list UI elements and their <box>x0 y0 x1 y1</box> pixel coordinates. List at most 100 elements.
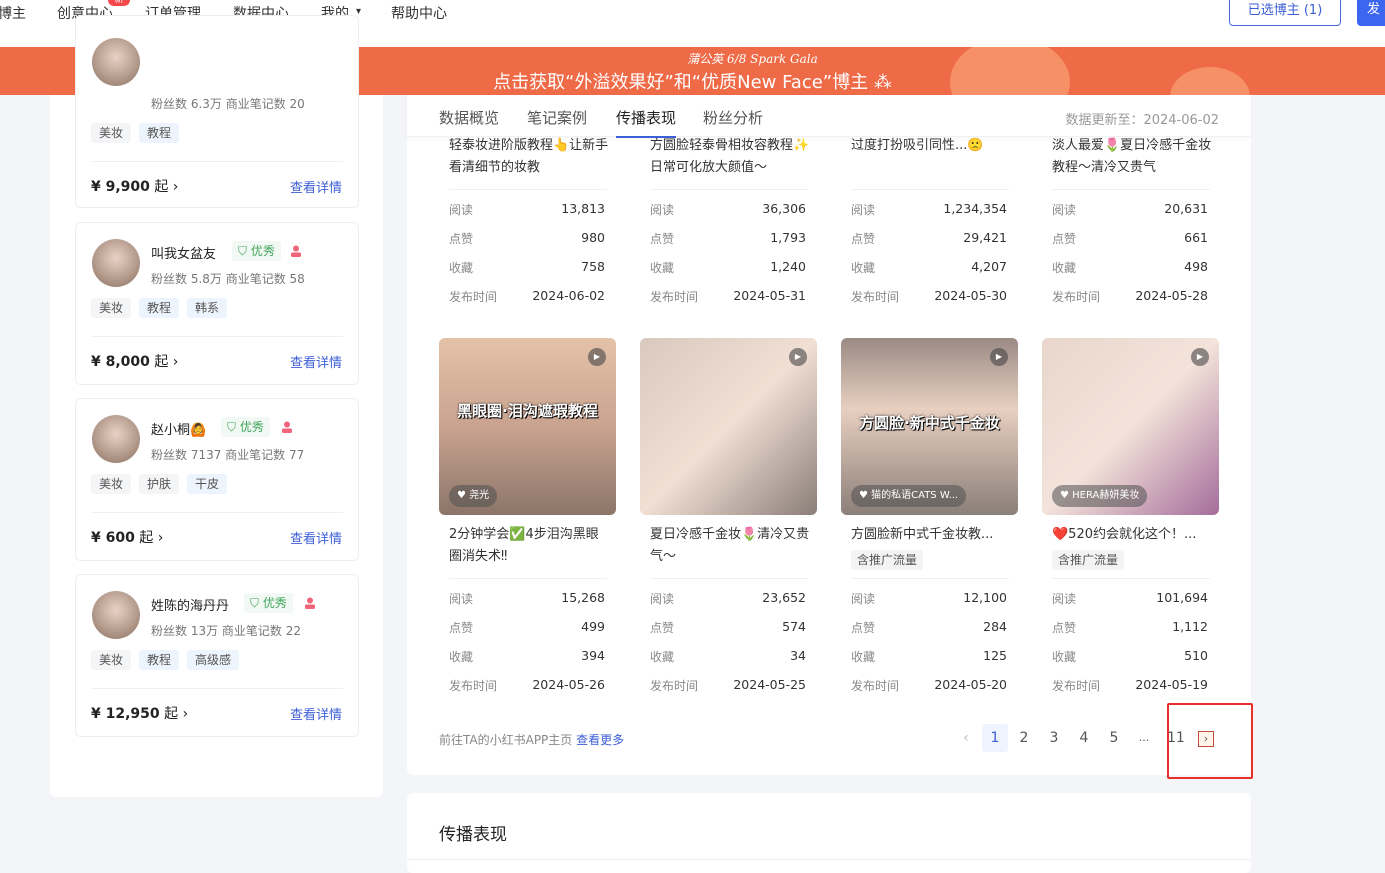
stat-label: 点赞 <box>1052 621 1077 635</box>
stat-label: 收藏 <box>449 650 474 664</box>
detail-tabs: 数据概览 笔记案例 传播表现 粉丝分析 数据更新至：2024-06-02 <box>407 95 1251 138</box>
stat-label: 发布时间 <box>650 679 699 693</box>
avatar <box>92 415 140 463</box>
note-title[interactable]: 夏日冷感千金妆🌷清冷又贵气～ <box>650 524 810 568</box>
person-icon <box>305 597 315 609</box>
divider <box>650 189 808 190</box>
price[interactable]: ¥ 600 起 › <box>91 527 163 547</box>
tab-spread-performance[interactable]: 传播表现 <box>616 107 677 138</box>
note-cover-image[interactable]: ▶ <box>640 338 817 515</box>
note-card[interactable]: ▶ 夏日冷感千金妆🌷清冷又贵气～ 阅读 23,652 点赞 574 收藏 34 发布时间 2024… <box>640 338 817 698</box>
nav-help[interactable]: 帮助中心 <box>391 3 447 23</box>
play-icon[interactable]: ▶ <box>990 348 1008 366</box>
note-title[interactable]: 淡人最爱🌷夏日冷感千金妆教程～清冷又贵气 <box>1052 135 1212 179</box>
note-stat-row: 点赞 29,421 <box>851 230 1007 247</box>
page-2[interactable]: 2 <box>1017 724 1031 752</box>
nav-bloggers[interactable]: 博主 <box>0 3 26 23</box>
stat-label: 收藏 <box>851 650 876 664</box>
blogger-name[interactable]: 赵小桐🙆 <box>151 419 206 438</box>
note-stat-row: 发布时间 2024-05-28 <box>1052 288 1208 305</box>
stat-value: 510 <box>1184 648 1208 663</box>
data-updated-date: 数据更新至：2024-06-02 <box>1065 113 1219 128</box>
publish-button[interactable]: 发 <box>1357 0 1385 26</box>
avatar <box>92 591 140 639</box>
app-homepage-hint: 前往TA的小红书APP主页 查看更多 <box>439 733 625 747</box>
stat-value: 13,813 <box>561 201 605 216</box>
blogger-stats: 粉丝数 5.8万 商业笔记数 58 <box>151 272 305 286</box>
stat-value: 1,240 <box>770 259 806 274</box>
divider <box>1052 189 1210 190</box>
page-4[interactable]: 4 <box>1077 724 1091 752</box>
heart-icon: ♥ <box>859 490 868 501</box>
blogger-card[interactable]: 姓陈的海丹丹 ⛉ 优秀 粉丝数 13万 商业笔记数 22 美妆 教程 高级感 ¥ 1… <box>75 574 359 737</box>
stat-value: 2024-06-02 <box>532 288 605 303</box>
page-3[interactable]: 3 <box>1047 724 1061 752</box>
stat-label: 收藏 <box>650 261 675 275</box>
stat-value: 36,306 <box>762 201 806 216</box>
note-card[interactable]: ▶ ♥ HERA赫妍美妆 ❤️520约会就化这个！... 含推广流量 阅读 101,694… <box>1042 338 1219 698</box>
note-title[interactable]: ❤️520约会就化这个！... <box>1052 524 1212 546</box>
blogger-card[interactable]: 叫我女盆友 ⛉ 优秀 粉丝数 5.8万 商业笔记数 58 美妆 教程 韩系 ¥ 8,… <box>75 222 359 385</box>
note-card[interactable]: ▶ 方圆脸·新中式千金妆 ♥ 猫的私语CATS W... 方圆脸新中式千金妆教... 含… <box>841 338 1018 698</box>
note-title[interactable]: 过度打扮吸引同性...🙁 <box>851 135 1011 179</box>
note-stat-row: 发布时间 2024-05-25 <box>650 677 806 694</box>
view-details-link[interactable]: 查看详情 <box>290 177 342 196</box>
stat-label: 阅读 <box>449 203 474 217</box>
note-cover-image[interactable]: ▶ 黑眼圈·泪沟遮瑕教程 ♥ 尧光 <box>439 338 616 515</box>
blogger-card[interactable]: 赵小桐🙆 ⛉ 优秀 粉丝数 7137 商业笔记数 77 美妆 护肤 干皮 ¥ 600… <box>75 398 359 561</box>
note-title[interactable]: 轻泰妆进阶版教程👆让新手看清细节的妆教 <box>449 135 609 179</box>
stat-label: 发布时间 <box>851 290 900 304</box>
view-more-link[interactable]: 查看更多 <box>576 733 624 747</box>
stat-value: 499 <box>581 619 605 634</box>
price[interactable]: ¥ 8,000 起 › <box>91 351 178 371</box>
blogger-card[interactable]: 粉丝数 6.3万 商业笔记数 20 美妆 教程 ¥ 9,900 起 › 查看详情 <box>75 15 359 208</box>
new-badge: 新 <box>108 0 130 6</box>
note-card[interactable]: ▶ 黑眼圈·泪沟遮瑕教程 ♥ 尧光 2分钟学会✅4步泪沟黑眼圈消失术‼ 阅读 15,268… <box>439 338 616 698</box>
view-details-link[interactable]: 查看详情 <box>290 352 342 371</box>
blogger-stats: 粉丝数 13万 商业笔记数 22 <box>151 624 301 638</box>
stat-value: 23,652 <box>762 590 806 605</box>
page-5[interactable]: 5 <box>1107 724 1121 752</box>
person-icon <box>291 245 301 257</box>
note-title[interactable]: 2分钟学会✅4步泪沟黑眼圈消失术‼ <box>449 524 609 568</box>
price[interactable]: ¥ 9,900 起 › <box>91 176 178 196</box>
heart-icon: ♥ <box>457 490 466 501</box>
note-cover-image[interactable]: ▶ 方圆脸·新中式千金妆 ♥ 猫的私语CATS W... <box>841 338 1018 515</box>
divider <box>449 189 607 190</box>
spread-performance-section: 传播表现 <box>407 793 1251 873</box>
prev-page-button[interactable]: ‹ <box>960 724 972 752</box>
stat-label: 点赞 <box>851 621 876 635</box>
play-icon[interactable]: ▶ <box>789 348 807 366</box>
blogger-name[interactable]: 姓陈的海丹丹 <box>151 595 229 614</box>
stat-value: 1,112 <box>1172 619 1208 634</box>
blogger-stats: 粉丝数 7137 商业笔记数 77 <box>151 448 305 462</box>
note-stat-row: 点赞 499 <box>449 619 605 636</box>
divider <box>91 688 343 689</box>
view-details-link[interactable]: 查看详情 <box>290 704 342 723</box>
blogger-list-panel: 粉丝数 6.3万 商业笔记数 20 美妆 教程 ¥ 9,900 起 › 查看详情 … <box>50 15 383 797</box>
note-stat-row: 收藏 125 <box>851 648 1007 665</box>
tab-fan-analysis[interactable]: 粉丝分析 <box>703 107 763 128</box>
note-cover-image[interactable]: ▶ ♥ HERA赫妍美妆 <box>1042 338 1219 515</box>
page-ellipsis[interactable]: ... <box>1136 724 1152 752</box>
divider <box>650 578 808 579</box>
tab-note-cases[interactable]: 笔记案例 <box>527 107 587 128</box>
page-1[interactable]: 1 <box>982 724 1008 752</box>
blogger-name[interactable]: 叫我女盆友 <box>151 243 216 262</box>
play-icon[interactable]: ▶ <box>588 348 606 366</box>
tab-overview[interactable]: 数据概览 <box>439 107 499 128</box>
tag: 教程 <box>139 298 180 318</box>
play-icon[interactable]: ▶ <box>1191 348 1209 366</box>
note-title[interactable]: 方圆脸新中式千金妆教... <box>851 524 1011 546</box>
view-details-link[interactable]: 查看详情 <box>290 528 342 547</box>
price[interactable]: ¥ 12,950 起 › <box>91 703 188 723</box>
stat-label: 发布时间 <box>1052 290 1101 304</box>
divider <box>407 859 1251 860</box>
stat-value: 34 <box>790 648 806 663</box>
excellent-badge: ⛉ 优秀 <box>244 593 293 613</box>
stat-value: 101,694 <box>1156 590 1208 605</box>
selected-bloggers-button[interactable]: 已选博主 (1) <box>1229 0 1341 26</box>
note-stat-row: 发布时间 2024-05-19 <box>1052 677 1208 694</box>
note-title[interactable]: 方圆脸轻泰骨相妆容教程✨日常可化放大颜值～ <box>650 135 810 179</box>
divider <box>851 189 1009 190</box>
